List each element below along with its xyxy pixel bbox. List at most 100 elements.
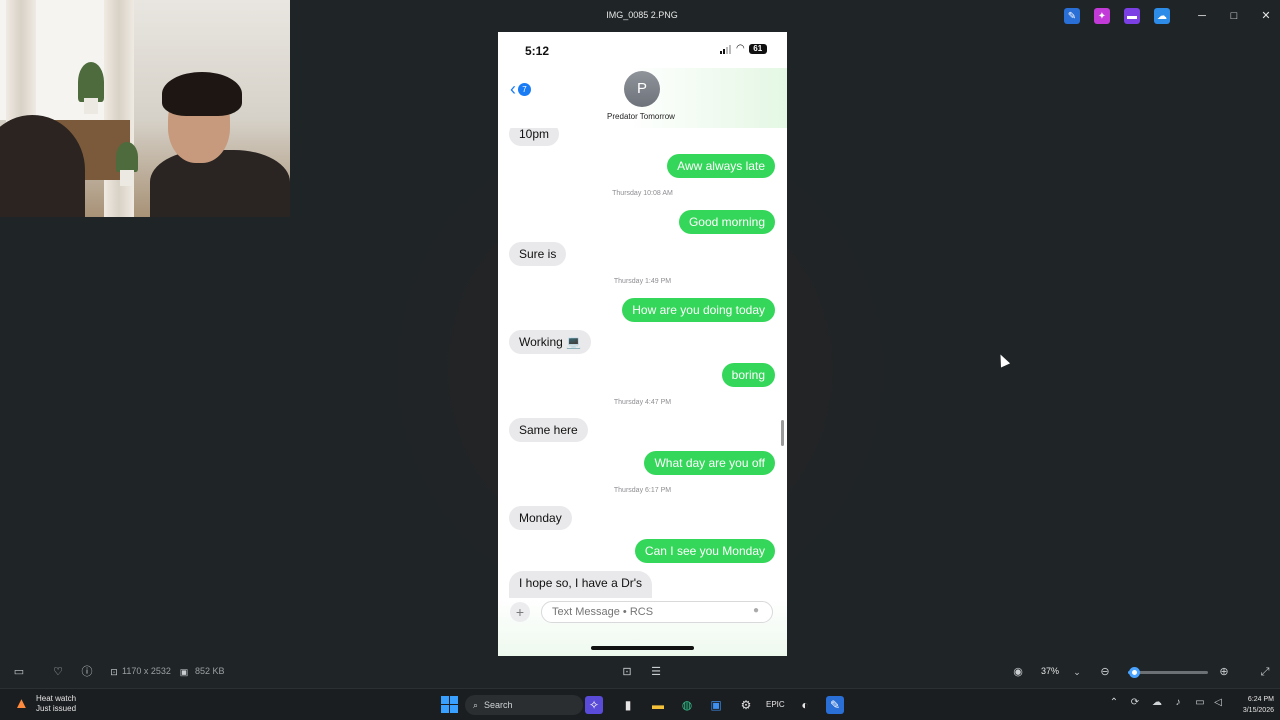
- file-title: IMG_0085 2.PNG: [606, 10, 678, 20]
- copilot-icon[interactable]: ✦: [1094, 8, 1110, 24]
- volume-icon[interactable]: ◁: [1211, 697, 1225, 708]
- steam-icon[interactable]: ⚙: [737, 696, 755, 714]
- cloud-icon[interactable]: ☁: [1150, 697, 1164, 708]
- message-incoming[interactable]: 10pm: [509, 128, 560, 146]
- message-outgoing[interactable]: boring: [721, 363, 775, 387]
- message-incoming[interactable]: Monday: [509, 506, 572, 530]
- warning-icon: ▲: [14, 695, 29, 712]
- close-button[interactable]: ✕: [1258, 8, 1274, 24]
- microphone-tray-icon[interactable]: ♪: [1171, 697, 1185, 708]
- plant: [78, 62, 104, 102]
- windows-logo-icon: [441, 696, 459, 713]
- plant: [116, 142, 138, 172]
- status-time: 5:12: [525, 44, 550, 58]
- onedrive-icon[interactable]: ☁: [1154, 8, 1170, 24]
- search-highlight-icon[interactable]: ✧: [585, 696, 603, 714]
- file-explorer-icon[interactable]: ▬: [649, 696, 667, 714]
- weather-text: Heat watch Just issued: [36, 694, 76, 714]
- store-icon[interactable]: ▣: [707, 696, 725, 714]
- sync-icon[interactable]: ⟳: [1128, 697, 1142, 708]
- message-thread[interactable]: 10pm Aww always late Thursday 10:08 AM G…: [498, 128, 787, 598]
- maximize-button[interactable]: □: [1226, 8, 1242, 24]
- zoom-out-icon[interactable]: ⊖: [1097, 664, 1113, 680]
- conversation-header: ‹ 7 P Predator Tomorrow: [498, 68, 787, 128]
- search-icon: ⌕: [473, 699, 479, 710]
- compare-icon[interactable]: ☰: [648, 664, 664, 680]
- taskbar-clock[interactable]: 6:24 PM 3/15/2026: [1226, 694, 1274, 716]
- person-hair: [162, 72, 242, 116]
- file-size: 852 KB: [195, 666, 225, 676]
- contact-avatar[interactable]: P: [624, 71, 660, 107]
- message-outgoing[interactable]: Can I see you Monday: [634, 539, 775, 563]
- camera-icon[interactable]: ◉: [1010, 664, 1026, 680]
- image-dimensions: 1170 x 2532: [122, 666, 171, 676]
- contact-name[interactable]: Predator Tomorrow: [578, 112, 704, 121]
- message-incoming[interactable]: Same here: [509, 418, 588, 442]
- battery-icon: 61: [748, 44, 767, 54]
- clock-date: 3/15/2026: [1242, 707, 1274, 714]
- taskbar-search[interactable]: ⌕ Search: [465, 695, 583, 715]
- timestamp: Thursday 10:08 AM: [612, 190, 673, 197]
- signal-icon: [720, 44, 732, 54]
- weather-widget[interactable]: ▲ Heat watch Just issued: [14, 694, 76, 714]
- timestamp: Thursday 4:47 PM: [613, 399, 672, 406]
- wifi-icon: ◠: [736, 43, 745, 54]
- obs-icon[interactable]: ◐: [796, 696, 814, 714]
- home-indicator: [591, 646, 694, 650]
- file-size-icon: ▣: [179, 667, 189, 677]
- task-view-icon[interactable]: ▮: [619, 696, 637, 714]
- zoom-in-icon[interactable]: ⊕: [1216, 664, 1232, 680]
- windows-taskbar: ▲ Heat watch Just issued ⌕ Search ✧ ▮ ▬ …: [0, 688, 1280, 720]
- minimize-button[interactable]: ─: [1194, 8, 1210, 24]
- webcam-overlay: [0, 0, 290, 217]
- message-outgoing[interactable]: Good morning: [678, 210, 775, 234]
- person-body: [150, 150, 290, 217]
- scroll-indicator[interactable]: [781, 420, 784, 446]
- chevron-up-icon[interactable]: ⌃: [1107, 697, 1121, 708]
- chevron-left-icon: ‹: [510, 79, 516, 99]
- timestamp: Thursday 6:17 PM: [613, 487, 672, 494]
- photos-app-icon[interactable]: ✎: [826, 696, 844, 714]
- status-icons: ◠ 61: [720, 44, 767, 54]
- message-outgoing[interactable]: How are you doing today: [622, 298, 775, 322]
- clock-time: 6:24 PM: [1247, 696, 1274, 703]
- dimensions-icon: ⊡: [110, 667, 118, 677]
- fit-to-window-icon[interactable]: ⊡: [619, 664, 635, 680]
- clipchamp-icon[interactable]: ▬: [1124, 8, 1140, 24]
- favorite-heart-icon[interactable]: ♡: [50, 664, 66, 680]
- viewer-toolbar: ▭ ♡ ⓘ ⊡ 1170 x 2532 ▣ 852 KB ⊡ ☰ ◉ 37% ⌄…: [0, 656, 1280, 688]
- filmstrip-icon[interactable]: ▭: [11, 664, 27, 680]
- composer-bar: + ●: [498, 598, 787, 656]
- phone-screenshot: 5:12 ◠ 61 ‹ 7 P Predator Tomorrow 10pm A…: [498, 32, 787, 656]
- message-incoming[interactable]: Working 💻: [509, 330, 592, 354]
- zoom-slider[interactable]: [1128, 667, 1208, 678]
- microphone-icon[interactable]: ●: [753, 605, 759, 616]
- message-incoming[interactable]: Sure is: [509, 242, 567, 266]
- message-outgoing[interactable]: Aww always late: [667, 154, 775, 178]
- plant-pot: [84, 98, 98, 114]
- plant-pot: [120, 170, 134, 186]
- fullscreen-icon[interactable]: ⤢: [1257, 664, 1273, 680]
- chevron-down-icon[interactable]: ⌄: [1069, 664, 1085, 680]
- titlebar-app-icons: ✎ ✦ ▬ ☁: [1064, 8, 1170, 24]
- unread-badge: 7: [518, 82, 531, 96]
- message-input[interactable]: [541, 601, 773, 623]
- pin-icon[interactable]: ✎: [1064, 8, 1080, 24]
- weather-title: Heat watch: [36, 694, 77, 703]
- epic-games-icon[interactable]: EPIC: [766, 696, 785, 714]
- weather-subtitle: Just issued: [36, 704, 77, 713]
- start-button[interactable]: [441, 696, 459, 714]
- info-icon[interactable]: ⓘ: [79, 664, 95, 680]
- edge-browser-icon[interactable]: ◍: [678, 696, 696, 714]
- message-incoming[interactable]: I hope so, I have a Dr's: [509, 571, 653, 598]
- timestamp: Thursday 1:49 PM: [613, 278, 672, 285]
- search-label: Search: [484, 700, 513, 710]
- mouse-cursor: [995, 352, 1011, 368]
- zoom-slider-thumb[interactable]: [1129, 667, 1140, 678]
- zoom-level[interactable]: 37%: [1041, 666, 1059, 676]
- back-button[interactable]: ‹ 7: [510, 80, 531, 98]
- message-outgoing[interactable]: What day are you off: [644, 451, 775, 475]
- network-icon[interactable]: ▭: [1193, 697, 1207, 708]
- photos-viewer-window: IMG_0085 2.PNG ✎ ✦ ▬ ☁ ─ □ ✕ 5:12 ◠ 61 ‹…: [0, 0, 1280, 720]
- plus-icon[interactable]: +: [510, 602, 530, 622]
